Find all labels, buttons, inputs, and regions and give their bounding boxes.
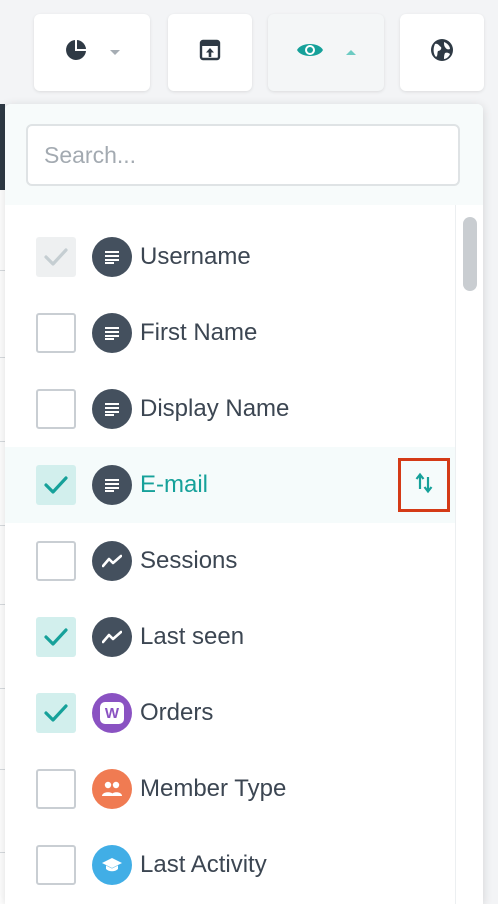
column-label: First Name	[140, 319, 258, 346]
reorder-button[interactable]	[398, 458, 450, 512]
woocommerce-letter: W	[100, 702, 124, 724]
column-option-first-name[interactable]: First Name	[5, 295, 455, 371]
column-visibility-dropdown: Username First Name Display Name E-mail Sess…	[5, 104, 483, 904]
checkbox[interactable]	[36, 617, 76, 657]
text-lines-icon	[92, 389, 132, 429]
woocommerce-icon: W	[92, 693, 132, 733]
column-label: Member Type	[140, 775, 287, 802]
column-label: Orders	[140, 699, 214, 726]
chevron-down-icon	[110, 50, 120, 55]
checkbox[interactable]	[36, 845, 76, 885]
people-icon	[92, 769, 132, 809]
column-label: Last Activity	[140, 851, 267, 878]
export-button[interactable]	[168, 14, 252, 91]
eye-icon	[296, 40, 324, 65]
text-lines-icon	[92, 313, 132, 353]
text-lines-icon	[92, 465, 132, 505]
column-label: E-mail	[140, 471, 209, 498]
column-option-last-seen[interactable]: Last seen	[5, 599, 455, 675]
chart-type-button[interactable]	[34, 14, 150, 91]
column-option-username[interactable]: Username	[5, 219, 455, 295]
checkbox[interactable]	[36, 313, 76, 353]
toolbar	[0, 0, 498, 104]
checkbox[interactable]	[36, 693, 76, 733]
checkbox[interactable]	[36, 465, 76, 505]
checkbox[interactable]	[36, 389, 76, 429]
column-option-orders[interactable]: W Orders	[5, 675, 455, 751]
text-lines-icon	[92, 237, 132, 277]
trend-line-icon	[92, 617, 132, 657]
column-label: Username	[140, 243, 251, 270]
graduation-cap-icon	[92, 845, 132, 885]
search-input[interactable]	[26, 124, 460, 186]
checkbox[interactable]	[36, 769, 76, 809]
sort-arrows-icon	[414, 472, 434, 499]
column-option-display-name[interactable]: Display Name	[5, 371, 455, 447]
column-option-member-type[interactable]: Member Type	[5, 751, 455, 827]
column-label: Last seen	[140, 623, 245, 650]
globe-icon	[430, 38, 454, 67]
visibility-button[interactable]	[268, 14, 384, 91]
globe-button[interactable]	[400, 14, 484, 91]
checkbox	[36, 237, 76, 277]
pie-chart-icon	[64, 38, 88, 67]
column-option-last-activity[interactable]: Last Activity	[5, 827, 455, 903]
checkbox[interactable]	[36, 541, 76, 581]
export-icon	[199, 39, 221, 66]
search-area	[5, 104, 483, 205]
trend-line-icon	[92, 541, 132, 581]
chevron-up-icon	[346, 50, 356, 55]
scrollbar-thumb[interactable]	[463, 217, 477, 291]
scrollbar[interactable]	[455, 205, 483, 904]
column-label: Sessions	[140, 547, 238, 574]
column-label: Display Name	[140, 395, 290, 422]
column-option-e-mail[interactable]: E-mail	[5, 447, 455, 523]
column-option-sessions[interactable]: Sessions	[5, 523, 455, 599]
